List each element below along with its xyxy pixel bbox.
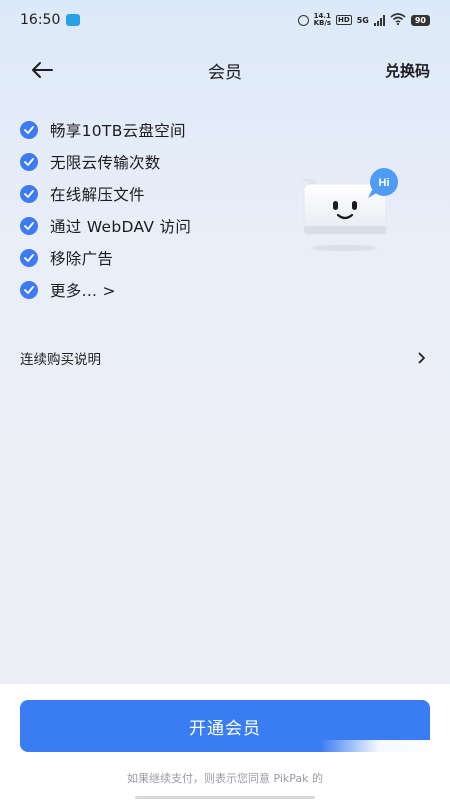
check-icon: [20, 121, 38, 139]
redeem-code-button[interactable]: 兑换码: [385, 60, 430, 81]
header: 会员 兑换码: [0, 48, 450, 92]
check-icon: [20, 281, 38, 299]
signal-icon: [373, 14, 385, 26]
network-speed-unit: KB/s: [313, 19, 332, 27]
mascot-illustration: Hi: [300, 168, 398, 251]
benefit-label: 畅享10TB云盘空间: [50, 122, 186, 140]
check-icon: [20, 217, 38, 235]
benefit-item: 无限云传输次数: [20, 146, 300, 178]
home-indicator[interactable]: [135, 796, 315, 799]
status-icons: 14.1 KB/s HD 5G 90: [297, 12, 430, 28]
benefit-label: 在线解压文件: [50, 186, 145, 204]
wifi-icon: [390, 12, 406, 28]
fade-overlay: [320, 740, 450, 800]
battery-icon: 90: [410, 14, 430, 26]
status-bar: 16:50 14.1 KB/s HD 5G 90: [0, 0, 450, 40]
benefit-item: 在线解压文件: [20, 178, 300, 210]
purchase-info-label: 连续购买说明: [20, 352, 101, 368]
benefit-label: 通过 WebDAV 访问: [50, 218, 192, 236]
network-type: 5G: [356, 15, 369, 25]
hi-bubble-text: Hi: [379, 177, 390, 189]
benefit-label: 无限云传输次数: [50, 154, 161, 172]
benefits-list: 畅享10TB云盘空间 无限云传输次数 在线解压文件 通过 WebDAV 访问 移…: [20, 114, 300, 306]
benefit-item: 移除广告: [20, 242, 300, 274]
continuous-purchase-info-row[interactable]: 连续购买说明: [20, 344, 430, 372]
hd-icon: HD: [336, 15, 352, 25]
chevron-right-icon: [418, 352, 425, 364]
arrow-left-icon: [32, 62, 53, 78]
check-icon: [20, 153, 38, 171]
alarm-icon: [297, 14, 309, 26]
more-benefits-link[interactable]: 更多... >: [20, 274, 300, 306]
network-speed: 14.1 KB/s: [314, 13, 331, 27]
check-icon: [20, 185, 38, 203]
check-icon: [20, 249, 38, 267]
page-title: 会员: [208, 62, 242, 83]
back-button[interactable]: [28, 56, 56, 84]
app-notification-icon: [66, 14, 81, 26]
status-time: 16:50: [20, 12, 61, 28]
benefit-item: 通过 WebDAV 访问: [20, 210, 300, 242]
more-benefits-label: 更多... >: [50, 282, 116, 300]
benefit-item: 畅享10TB云盘空间: [20, 114, 300, 146]
benefit-label: 移除广告: [50, 250, 114, 268]
